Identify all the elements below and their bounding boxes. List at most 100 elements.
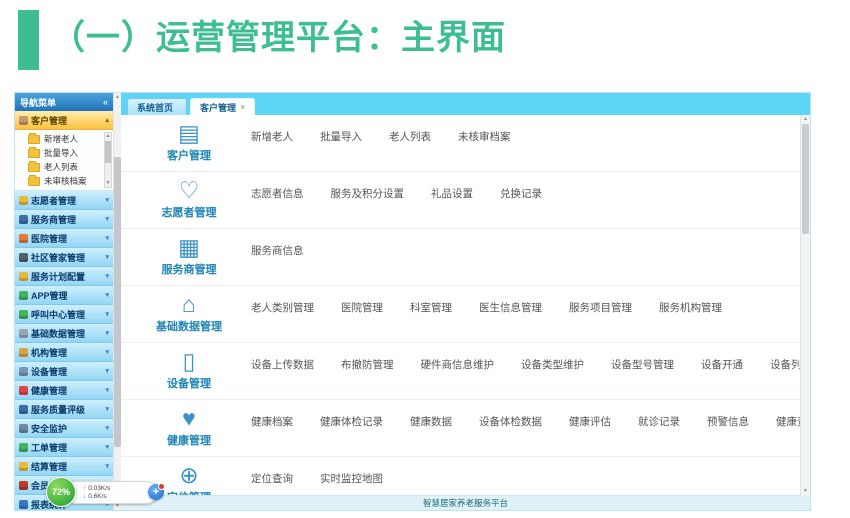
sidebar-item[interactable]: 基础数据管理 ▾ — [15, 324, 113, 343]
module-links: 设备上传数据 布撤防管理 硬件商信息维护 设备类型维护 设备型号管理 设备开通 — [229, 343, 801, 372]
module-link[interactable]: 老人类别管理 — [251, 300, 314, 315]
sidebar-item[interactable]: 结算管理 ▾ — [15, 457, 113, 476]
sidebar-item[interactable]: 服务商管理 ▾ — [15, 210, 113, 229]
scrollbar-thumb[interactable] — [114, 157, 121, 447]
module-row: ⌂ 基础数据管理 老人类别管理 医院管理 科室管理 医生信息管理 — [121, 286, 801, 343]
module-link[interactable]: 设备型号管理 — [611, 357, 674, 372]
sidebar-item[interactable]: 设备管理 ▾ — [15, 362, 113, 381]
chevron-icon: ▾ — [105, 196, 109, 204]
module-link[interactable]: 批量导入 — [320, 129, 362, 144]
sidebar-item[interactable]: 志愿者管理 ▾ — [15, 191, 113, 210]
sidebar-item[interactable]: APP管理 ▾ — [15, 286, 113, 305]
service-plan-icon — [19, 272, 28, 281]
module-link[interactable]: 医院管理 — [341, 300, 383, 315]
scroll-down-icon[interactable]: ▼ — [801, 487, 810, 496]
module-link[interactable]: 服务机构管理 — [659, 300, 722, 315]
module-icon-block[interactable]: ▦ 服务商管理 — [149, 229, 229, 277]
upload-arrow-icon: ↑ — [83, 485, 86, 492]
sidebar-item-label: 服务计划配置 — [31, 270, 85, 283]
module-link[interactable]: 服务及积分设置 — [331, 186, 405, 201]
module-link[interactable]: 健康评估 — [569, 414, 611, 429]
module-link[interactable]: 医生信息管理 — [479, 300, 542, 315]
module-link[interactable]: 实时监控地图 — [320, 471, 383, 486]
provider-mgmt-icon — [19, 215, 28, 224]
sidebar-header: 导航菜单 « — [15, 93, 113, 111]
module-link[interactable]: 志愿者信息 — [251, 186, 304, 201]
module-link[interactable]: 健康体检记录 — [320, 414, 383, 429]
module-link[interactable]: 设备上传数据 — [251, 357, 314, 372]
module-link[interactable]: 新增老人 — [251, 129, 293, 144]
memory-percent-ball[interactable]: 72% — [46, 477, 76, 507]
tab[interactable]: 系统首页 — [127, 98, 187, 115]
module-label: 基础数据管理 — [149, 318, 229, 334]
scroll-up-icon[interactable]: ▲ — [801, 115, 810, 124]
module-link[interactable]: 布撤防管理 — [341, 357, 394, 372]
chevron-icon: ▾ — [105, 329, 109, 337]
module-link[interactable]: 礼品设置 — [431, 186, 473, 201]
module-icon-block[interactable]: ♥ 健康管理 — [149, 400, 229, 448]
sidebar-submenu: 新增老人 批量导入 老人列表 — [15, 130, 113, 191]
scrollbar-thumb[interactable] — [802, 124, 809, 234]
upload-rate-value: 0.03K/s — [88, 485, 110, 492]
module-link[interactable]: 未核审档案 — [458, 129, 511, 144]
quality-rating-icon — [19, 405, 28, 414]
sidebar-item-label: 基础数据管理 — [31, 327, 85, 340]
sidebar-item-label: 呼叫中心管理 — [31, 308, 85, 321]
tab-bar: 系统首页 客户管理 × — [121, 93, 810, 115]
module-link[interactable]: 科室管理 — [410, 300, 452, 315]
tab-close-icon[interactable]: × — [240, 102, 245, 112]
sidebar-subitem[interactable]: 未审核档案 — [15, 174, 113, 188]
main-scrollbar[interactable]: ▲ ▼ — [800, 115, 810, 496]
sidebar-item[interactable]: 社区管家管理 ▾ — [15, 248, 113, 267]
scroll-up-icon[interactable]: ▲ — [114, 93, 121, 101]
sidebar-item-group: 医院管理 ▾ ▲ ▼ — [15, 229, 113, 248]
sidebar-item[interactable]: 医院管理 ▾ — [15, 229, 113, 248]
scrollbar-thumb[interactable] — [105, 141, 111, 163]
sidebar-item[interactable]: 健康管理 ▾ — [15, 381, 113, 400]
sidebar-subitem[interactable]: 批量导入 — [15, 146, 113, 160]
module-label: 志愿者管理 — [149, 204, 229, 220]
module-link[interactable]: 服务商信息 — [251, 243, 304, 258]
module-link[interactable]: 设备列表 — [770, 357, 801, 372]
sidebar-item[interactable]: 工单管理 ▾ — [15, 438, 113, 457]
module-link[interactable]: 健康数据 — [410, 414, 452, 429]
module-link[interactable]: 设备开通 — [701, 357, 743, 372]
sidebar-item[interactable]: 呼叫中心管理 ▾ — [15, 305, 113, 324]
module-link[interactable]: 定位查询 — [251, 471, 293, 486]
boost-button[interactable]: + — [148, 484, 164, 500]
safety-monitor-icon — [19, 424, 28, 433]
module-link[interactable]: 设备体检数据 — [479, 414, 542, 429]
chevron-icon: ▾ — [105, 348, 109, 356]
module-link[interactable]: 硬件商信息维护 — [421, 357, 495, 372]
scroll-up-icon[interactable]: ▲ — [105, 133, 111, 140]
speed-ball-overlay[interactable]: ↑ 0.03K/s ↓ 0.6K/s + 72% — [46, 477, 166, 509]
sidebar-item[interactable]: 服务计划配置 ▾ — [15, 267, 113, 286]
module-link[interactable]: 服务项目管理 — [569, 300, 632, 315]
sidebar-item[interactable]: 安全监护 ▾ — [15, 419, 113, 438]
module-link[interactable]: 健康档案 — [251, 414, 293, 429]
module-link[interactable]: 老人列表 — [389, 129, 431, 144]
module-icon-block[interactable]: ▯ 设备管理 — [149, 343, 229, 391]
module-icon-block[interactable]: ⌂ 基础数据管理 — [149, 286, 229, 334]
sidebar-item[interactable]: 客户管理 ▴ — [15, 111, 113, 130]
module-link[interactable]: 就诊记录 — [638, 414, 680, 429]
sidebar-item[interactable]: 机构管理 ▾ — [15, 343, 113, 362]
sidebar-scrollbar[interactable]: ▲ ▼ — [113, 93, 121, 510]
sidebar-collapse-icon[interactable]: « — [103, 97, 108, 107]
sidebar-item[interactable]: 服务质量评级 ▾ — [15, 400, 113, 419]
module-link[interactable]: 健康资讯 — [776, 414, 801, 429]
module-link[interactable]: 设备类型维护 — [521, 357, 584, 372]
module-icon-block[interactable]: ▤ 客户管理 — [149, 115, 229, 163]
module-link[interactable]: 预警信息 — [707, 414, 749, 429]
sidebar-subitem[interactable]: 新增老人 — [15, 132, 113, 146]
scroll-down-icon[interactable]: ▼ — [105, 180, 111, 187]
module-icon-block[interactable]: ♡ 志愿者管理 — [149, 172, 229, 220]
app-mgmt-icon — [19, 291, 28, 300]
module-row: ▦ 服务商管理 服务商信息 — [121, 229, 801, 286]
sidebar-subitem[interactable]: 老人列表 — [15, 160, 113, 174]
submenu-scrollbar[interactable]: ▲ ▼ — [104, 132, 112, 188]
org-mgmt-icon — [19, 348, 28, 357]
sidebar-item-label: 社区管家管理 — [31, 251, 85, 264]
module-link[interactable]: 兑换记录 — [500, 186, 542, 201]
tab[interactable]: 客户管理 × — [190, 98, 255, 115]
